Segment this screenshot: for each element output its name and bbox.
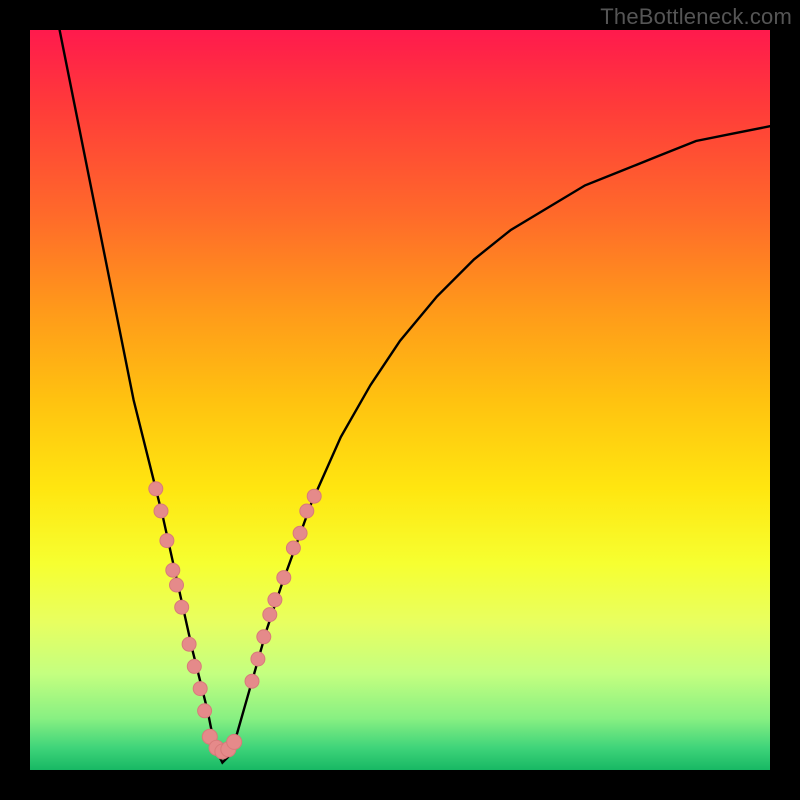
- chart-frame: TheBottleneck.com: [0, 0, 800, 800]
- highlight-dot: [175, 600, 189, 614]
- highlight-dot: [286, 541, 300, 555]
- highlight-markers-right: [245, 489, 321, 688]
- highlight-dot: [154, 504, 168, 518]
- highlight-dot: [227, 734, 242, 749]
- highlight-dot: [277, 571, 291, 585]
- highlight-dot: [257, 630, 271, 644]
- plot-area: [30, 30, 770, 770]
- highlight-dot: [251, 652, 265, 666]
- bottleneck-curve: [60, 30, 770, 763]
- highlight-dot: [166, 563, 180, 577]
- curve-layer: [30, 30, 770, 770]
- highlight-dot: [263, 608, 277, 622]
- highlight-dot: [160, 534, 174, 548]
- highlight-dot: [293, 526, 307, 540]
- highlight-dot: [193, 682, 207, 696]
- highlight-dot: [187, 659, 201, 673]
- highlight-dot: [170, 578, 184, 592]
- highlight-dot: [182, 637, 196, 651]
- highlight-dot: [307, 489, 321, 503]
- highlight-dot: [198, 704, 212, 718]
- highlight-dot: [300, 504, 314, 518]
- highlight-dot: [149, 482, 163, 496]
- highlight-dot: [245, 674, 259, 688]
- highlight-dot: [268, 593, 282, 607]
- watermark-text: TheBottleneck.com: [600, 4, 792, 30]
